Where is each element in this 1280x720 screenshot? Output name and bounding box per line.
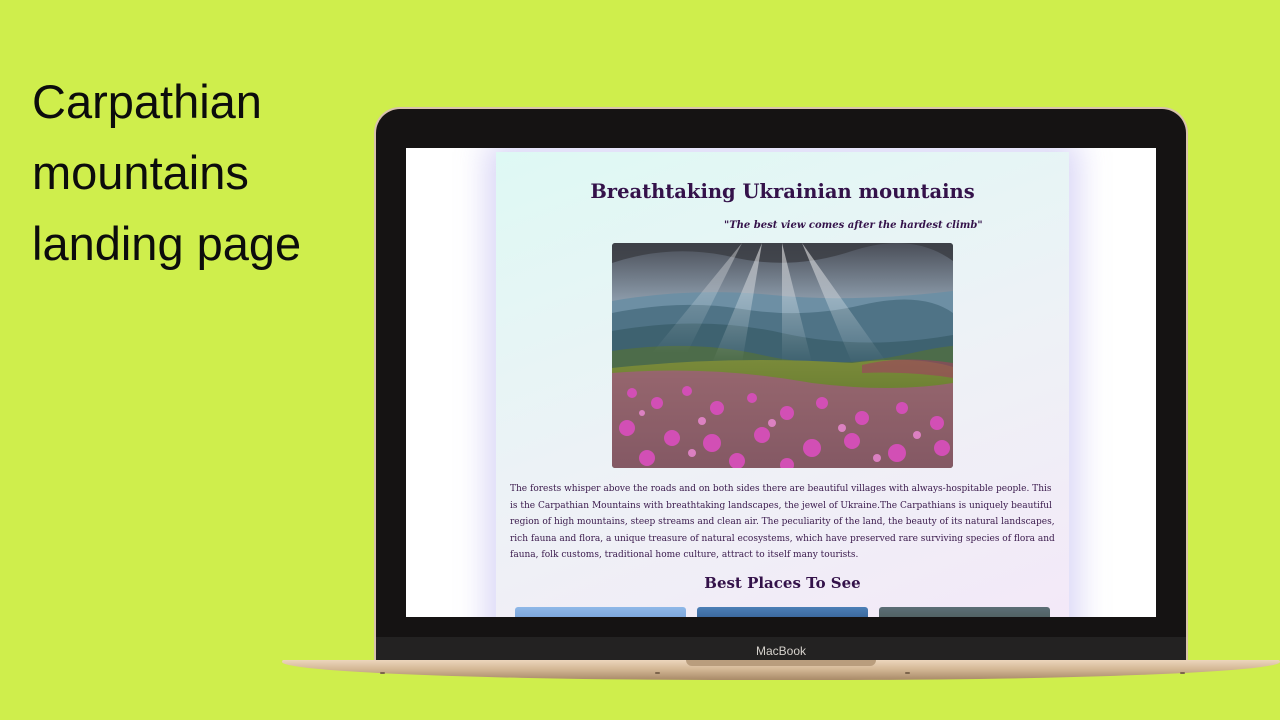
laptop-screen: Breathtaking Ukrainian mountains "The be…	[406, 148, 1156, 617]
place-thumbnail[interactable]	[697, 607, 868, 617]
laptop-chin: MacBook	[376, 637, 1186, 662]
page-quote: "The best view comes after the hardest c…	[724, 220, 983, 231]
device-brand-label: MacBook	[755, 643, 807, 658]
place-thumbnail[interactable]	[879, 607, 1050, 617]
place-thumbnail[interactable]	[515, 607, 686, 617]
page-description: The forests whisper above the roads and …	[510, 484, 1055, 560]
landing-card: Breathtaking Ukrainian mountains "The be…	[496, 152, 1069, 617]
laptop-notch	[686, 660, 876, 666]
promo-title: Carpathian mountains landing page	[32, 66, 352, 279]
hero-image	[612, 243, 953, 468]
promo-title-line-1: Carpathian	[32, 75, 262, 128]
page-title: Breathtaking Ukrainian mountains	[590, 180, 975, 203]
section-title: Best Places To See	[704, 574, 861, 592]
laptop-foot	[905, 672, 910, 674]
laptop-foot	[380, 672, 385, 674]
laptop-foot	[655, 672, 660, 674]
laptop-foot	[1180, 672, 1185, 674]
promo-title-line-2: mountains	[32, 146, 249, 199]
promo-title-line-3: landing page	[32, 217, 302, 270]
